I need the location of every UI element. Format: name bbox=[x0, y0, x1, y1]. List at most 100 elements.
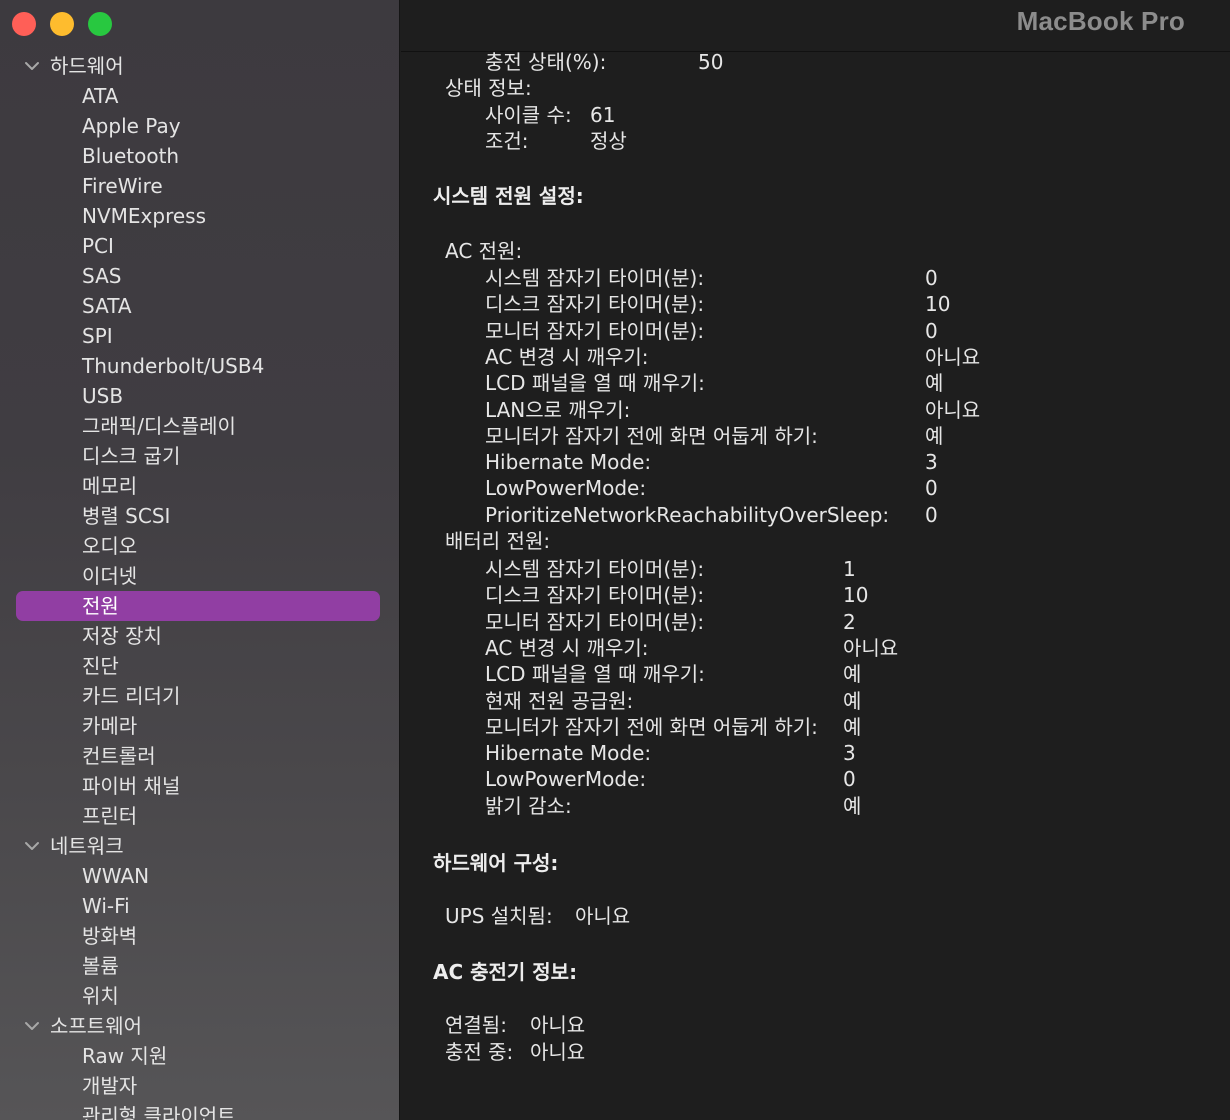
sidebar-group-label: 소프트웨어 bbox=[50, 1014, 142, 1038]
cycle-count-label: 사이클 수: bbox=[485, 103, 572, 127]
window-controls bbox=[12, 12, 112, 36]
sidebar-item-label: USB bbox=[82, 384, 124, 408]
setting-value: 10 bbox=[925, 292, 951, 317]
setting-label: LCD 패널을 열 때 깨우기: bbox=[485, 371, 705, 396]
sidebar-item[interactable]: 방화벽 bbox=[0, 921, 399, 951]
minimize-window-button[interactable] bbox=[50, 12, 74, 36]
sidebar-item[interactable]: Wi-Fi bbox=[0, 891, 399, 921]
sidebar-item-label: Wi-Fi bbox=[82, 894, 130, 918]
setting-label: LAN으로 깨우기: bbox=[485, 397, 631, 422]
setting-label: 현재 전원 공급원: bbox=[485, 688, 634, 713]
sidebar-item-label: 카메라 bbox=[82, 714, 138, 738]
sidebar-item[interactable]: 파이버 채널 bbox=[0, 771, 399, 801]
sidebar-item-label: SPI bbox=[82, 324, 113, 348]
sidebar-item[interactable]: NVMExpress bbox=[0, 201, 399, 231]
setting-label: 시스템 잠자기 타이머(분): bbox=[485, 266, 705, 290]
sidebar-item-label: WWAN bbox=[82, 864, 150, 888]
setting-value: 0 bbox=[925, 266, 938, 290]
sidebar-item-label: 볼륨 bbox=[82, 954, 119, 978]
setting-label: Hibernate Mode: bbox=[485, 741, 652, 766]
setting-value: 0 bbox=[843, 767, 856, 792]
setting-label: LCD 패널을 열 때 깨우기: bbox=[485, 662, 705, 687]
sidebar-item-label: 카드 리더기 bbox=[82, 684, 181, 708]
sidebar-item-label: 이더넷 bbox=[82, 564, 138, 588]
sidebar-item-label: SATA bbox=[82, 294, 132, 318]
sidebar-item[interactable]: USB bbox=[0, 381, 399, 411]
sidebar-item-label: 개발자 bbox=[82, 1074, 138, 1098]
sidebar-item-label: 병렬 SCSI bbox=[82, 504, 171, 528]
setting-value: 아니요 bbox=[843, 635, 899, 660]
sidebar-item[interactable]: WWAN bbox=[0, 861, 399, 891]
window-title: MacBook Pro bbox=[1016, 6, 1185, 36]
sidebar-item[interactable]: 진단 bbox=[0, 651, 399, 681]
sidebar-item[interactable]: 컨트롤러 bbox=[0, 741, 399, 771]
setting-label: PrioritizeNetworkReachabilityOverSleep: bbox=[485, 502, 890, 527]
chevron-down-icon[interactable] bbox=[22, 831, 42, 861]
sidebar-item-label: ATA bbox=[82, 84, 119, 108]
sidebar-item[interactable]: 개발자 bbox=[0, 1071, 399, 1101]
sidebar-item[interactable]: 전원 bbox=[0, 591, 399, 621]
setting-label: 모니터 잠자기 타이머(분): bbox=[485, 609, 705, 634]
charging-value: 아니요 bbox=[530, 1040, 586, 1064]
sidebar-item-label: 메모리 bbox=[82, 474, 138, 498]
sidebar-item[interactable]: SPI bbox=[0, 321, 399, 351]
setting-value: 예 bbox=[843, 714, 862, 739]
selection-highlight bbox=[16, 591, 380, 621]
zoom-window-button[interactable] bbox=[88, 12, 112, 36]
condition-label: 조건: bbox=[485, 129, 529, 153]
battery-power-title: 배터리 전원: bbox=[445, 529, 551, 553]
setting-label: LowPowerMode: bbox=[485, 767, 647, 792]
sidebar-item[interactable]: Bluetooth bbox=[0, 141, 399, 171]
sidebar-item-label: Apple Pay bbox=[82, 114, 181, 138]
ac-charger-heading: AC 충전기 정보: bbox=[433, 960, 578, 984]
sidebar-item-label: 오디오 bbox=[82, 534, 138, 558]
sidebar-item[interactable]: 카메라 bbox=[0, 711, 399, 741]
charge-state-label: 충전 상태(%): bbox=[485, 50, 607, 74]
sidebar-item[interactable]: 관리형 클라이언트 bbox=[0, 1101, 399, 1120]
sidebar-item[interactable]: 위치 bbox=[0, 981, 399, 1011]
sidebar-item[interactable]: 디스크 굽기 bbox=[0, 441, 399, 471]
sidebar-item[interactable]: Apple Pay bbox=[0, 111, 399, 141]
sidebar-item[interactable]: 메모리 bbox=[0, 471, 399, 501]
sidebar-group[interactable]: 하드웨어 bbox=[0, 51, 399, 81]
cycle-count-value: 61 bbox=[590, 103, 616, 127]
sidebar-item[interactable]: 프린터 bbox=[0, 801, 399, 831]
charging-label: 충전 중: bbox=[445, 1040, 514, 1064]
sidebar: 하드웨어 ATA Apple Pay Bluetooth FireWire NVMExpr… bbox=[0, 0, 400, 1120]
sidebar-item[interactable]: 카드 리더기 bbox=[0, 681, 399, 711]
sidebar-item[interactable]: SAS bbox=[0, 261, 399, 291]
sidebar-item[interactable]: 병렬 SCSI bbox=[0, 501, 399, 531]
setting-value: 0 bbox=[925, 318, 938, 343]
setting-label: 모니터가 잠자기 전에 화면 어둡게 하기: bbox=[485, 714, 818, 739]
setting-value: 0 bbox=[925, 476, 938, 501]
sidebar-item-label: 위치 bbox=[82, 984, 119, 1008]
sidebar-group[interactable]: 소프트웨어 bbox=[0, 1011, 399, 1041]
sidebar-item[interactable]: 볼륨 bbox=[0, 951, 399, 981]
hardware-config-heading: 하드웨어 구성: bbox=[433, 851, 559, 875]
condition-value: 정상 bbox=[590, 129, 627, 153]
sidebar-item[interactable]: Thunderbolt/USB4 bbox=[0, 351, 399, 381]
chevron-down-icon[interactable] bbox=[22, 51, 42, 81]
sidebar-item[interactable]: 이더넷 bbox=[0, 561, 399, 591]
sidebar-item[interactable]: 그래픽/디스플레이 bbox=[0, 411, 399, 441]
sidebar-group[interactable]: 네트워크 bbox=[0, 831, 399, 861]
sidebar-item[interactable]: PCI bbox=[0, 231, 399, 261]
sidebar-item[interactable]: 저장 장치 bbox=[0, 621, 399, 651]
sidebar-item[interactable]: 오디오 bbox=[0, 531, 399, 561]
sidebar-item[interactable]: SATA bbox=[0, 291, 399, 321]
sidebar-item[interactable]: ATA bbox=[0, 81, 399, 111]
sidebar-item[interactable]: Raw 지원 bbox=[0, 1041, 399, 1071]
sidebar-item-label: 방화벽 bbox=[82, 924, 138, 948]
ups-installed-value: 아니요 bbox=[575, 904, 631, 928]
sidebar-item-label: SAS bbox=[82, 264, 122, 288]
setting-label: 모니터가 잠자기 전에 화면 어둡게 하기: bbox=[485, 423, 818, 448]
sidebar-item-label: NVMExpress bbox=[82, 204, 206, 228]
sidebar-group-label: 하드웨어 bbox=[50, 54, 124, 78]
close-window-button[interactable] bbox=[12, 12, 36, 36]
chevron-down-icon[interactable] bbox=[22, 1011, 42, 1041]
setting-value: 3 bbox=[925, 450, 938, 475]
setting-label: 밝기 감소: bbox=[485, 793, 572, 818]
sidebar-item[interactable]: FireWire bbox=[0, 171, 399, 201]
ac-power-title: AC 전원: bbox=[445, 239, 523, 263]
sidebar-item-label: 저장 장치 bbox=[82, 624, 162, 648]
